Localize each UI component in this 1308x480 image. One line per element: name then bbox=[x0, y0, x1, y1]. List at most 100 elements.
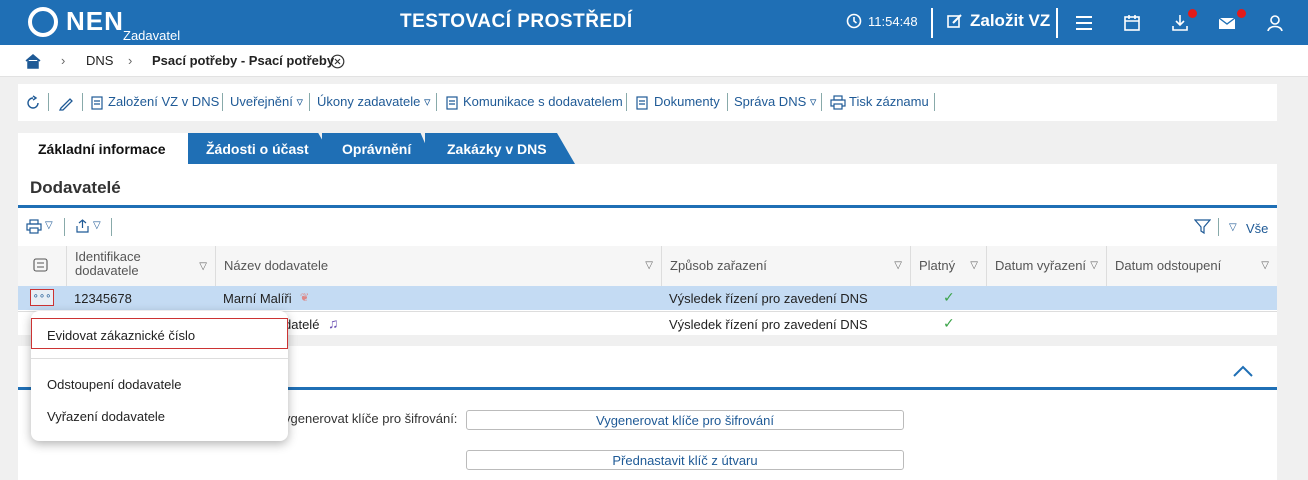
clock-value: 11:54:48 bbox=[868, 13, 918, 29]
toolbar-divider bbox=[626, 93, 627, 111]
chevron-right-icon: › bbox=[128, 53, 133, 68]
menu-item-customer-number[interactable]: Evidovat zákaznické číslo bbox=[47, 328, 195, 343]
sort-icon[interactable]: ▽ bbox=[894, 260, 902, 271]
close-icon[interactable] bbox=[330, 54, 345, 69]
toolbar-contractor-actions[interactable]: Úkony zadavatele ▿ bbox=[317, 94, 430, 110]
header-divider bbox=[931, 8, 933, 38]
toolbar-publishing[interactable]: Uveřejnění ▿ bbox=[230, 94, 303, 110]
toolbar-communication[interactable]: Komunikace s dodavatelem bbox=[463, 94, 623, 109]
refresh-icon[interactable] bbox=[25, 95, 41, 111]
notification-dot bbox=[1237, 9, 1246, 18]
column-header-withdrawal-date[interactable]: Datum odstoupení ▽ bbox=[1106, 246, 1277, 286]
nen-logo-icon bbox=[28, 7, 58, 37]
calendar-icon[interactable] bbox=[1121, 12, 1143, 34]
chevron-down-icon[interactable]: ▽ bbox=[1229, 222, 1237, 233]
table-row[interactable]: ∘∘∘ 12345678 Marní Malíři ❦ Výsledek říz… bbox=[18, 286, 1277, 310]
row-id: 12345678 bbox=[74, 291, 132, 306]
tab-contracts-in-dns[interactable]: Zakázky v DNS bbox=[425, 133, 575, 164]
printer-icon bbox=[830, 95, 846, 110]
column-header-valid[interactable]: Platný ▽ bbox=[910, 246, 986, 286]
sort-icon[interactable]: ▽ bbox=[645, 260, 653, 271]
column-header-name[interactable]: Název dodavatele ▽ bbox=[215, 246, 661, 286]
grid-toolbar-divider bbox=[111, 218, 112, 236]
suppliers-panel: Dodavatelé ▽ ▽ ▽ Vše Identifikace dodava… bbox=[18, 164, 1277, 335]
column-header-valid-label: Platný bbox=[919, 258, 956, 273]
menu-item-supplier-removal[interactable]: Vyřazení dodavatele bbox=[47, 409, 165, 424]
filter-icon[interactable] bbox=[1194, 218, 1211, 235]
row-name: datelé bbox=[284, 317, 320, 332]
column-header-id-label: Identifikace dodavatele bbox=[75, 249, 141, 278]
row-context-menu: Evidovat zákaznické číslo Odstoupení dod… bbox=[31, 311, 288, 441]
toolbar-print-record[interactable]: Tisk záznamu bbox=[849, 94, 929, 109]
mail-icon[interactable] bbox=[1216, 12, 1238, 34]
chevron-right-icon: › bbox=[61, 53, 66, 68]
tab-participation-requests[interactable]: Žádosti o účast bbox=[188, 133, 336, 164]
user-icon[interactable] bbox=[1264, 12, 1286, 34]
header-divider bbox=[1056, 8, 1058, 38]
generate-keys-button[interactable]: Vygenerovat klíče pro šifrování bbox=[466, 410, 904, 430]
toolbar-divider bbox=[82, 93, 83, 111]
logo-text: NEN bbox=[66, 6, 124, 36]
chevron-down-icon[interactable]: ▽ bbox=[45, 220, 53, 231]
toolbar-create-in-dns[interactable]: Založení VZ v DNS bbox=[108, 94, 219, 109]
brain-icon: ❦ bbox=[300, 292, 310, 304]
document-settings-icon bbox=[91, 96, 103, 110]
column-header-method-label: Způsob zařazení bbox=[670, 258, 767, 273]
row-method: Výsledek řízení pro zavedení DNS bbox=[669, 317, 868, 332]
breadcrumb: › DNS › Psací potřeby - Psací potřeby bbox=[0, 45, 1308, 77]
encryption-label: ygenerovat klíče pro šifrování: bbox=[284, 411, 458, 426]
clock-icon bbox=[846, 13, 862, 29]
sort-icon[interactable]: ▽ bbox=[1261, 260, 1269, 271]
edit-icon bbox=[947, 14, 962, 28]
breadcrumb-item-dns[interactable]: DNS bbox=[86, 53, 113, 68]
tab-basic-info[interactable]: Základní informace bbox=[18, 133, 188, 164]
printer-icon[interactable] bbox=[26, 219, 42, 234]
row-actions-button[interactable]: ∘∘∘ bbox=[30, 289, 54, 306]
column-header-name-label: Název dodavatele bbox=[224, 258, 329, 273]
session-clock: 11:54:48 bbox=[846, 13, 918, 29]
menu-item-supplier-withdrawal[interactable]: Odstoupení dodavatele bbox=[47, 377, 181, 392]
row-method: Výsledek řízení pro zavedení DNS bbox=[669, 291, 868, 306]
grid-toolbar-divider bbox=[1218, 218, 1219, 236]
toolbar-documents[interactable]: Dokumenty bbox=[654, 94, 720, 109]
clipboard-icon bbox=[636, 96, 648, 110]
tab-permissions[interactable]: Oprávnění bbox=[322, 133, 434, 164]
column-settings-icon bbox=[33, 258, 48, 272]
toolbar-divider bbox=[436, 93, 437, 111]
logo-subtitle: Zadavatel bbox=[123, 28, 181, 43]
notification-dot bbox=[1188, 9, 1197, 18]
grid-toolbar-divider bbox=[64, 218, 65, 236]
chevron-down-icon[interactable]: ▽ bbox=[93, 220, 101, 231]
panel-divider bbox=[18, 205, 1277, 208]
filter-all-label[interactable]: Vše bbox=[1246, 221, 1268, 236]
toolbar-divider bbox=[222, 93, 223, 111]
preset-key-button[interactable]: Přednastavit klíč z útvaru bbox=[466, 450, 904, 470]
toolbar-dns-management[interactable]: Správa DNS ▿ bbox=[734, 94, 816, 110]
row-name: Marní Malíři bbox=[223, 291, 292, 306]
clipboard-icon bbox=[446, 96, 458, 110]
music-note-icon: ♫ bbox=[328, 315, 339, 331]
pencil-icon[interactable] bbox=[58, 95, 74, 111]
toolbar-divider bbox=[727, 93, 728, 111]
create-contract-button[interactable]: Založit VZ bbox=[946, 11, 1050, 31]
home-icon[interactable] bbox=[24, 53, 42, 69]
breadcrumb-item-current: Psací potřeby - Psací potřeby bbox=[152, 53, 335, 68]
column-header-withdrawal-date-label: Datum odstoupení bbox=[1115, 258, 1222, 273]
sort-icon[interactable]: ▽ bbox=[199, 260, 207, 274]
menu-icon[interactable] bbox=[1073, 12, 1095, 34]
app-header: NEN Zadavatel TESTOVACÍ PROSTŘEDÍ 11:54:… bbox=[0, 0, 1308, 45]
column-header-id[interactable]: Identifikace dodavatele ▽ bbox=[66, 246, 215, 286]
chevron-up-icon[interactable] bbox=[1232, 364, 1254, 378]
toolbar-divider bbox=[821, 93, 822, 111]
toolbar-divider bbox=[934, 93, 935, 111]
column-header-removal-date[interactable]: Datum vyřazení ▽ bbox=[986, 246, 1106, 286]
sort-icon[interactable]: ▽ bbox=[1090, 260, 1098, 271]
column-header-method[interactable]: Způsob zařazení ▽ bbox=[661, 246, 910, 286]
action-toolbar: Založení VZ v DNS Uveřejnění ▿ Úkony zad… bbox=[18, 84, 1277, 121]
column-settings-header[interactable] bbox=[18, 246, 66, 286]
sort-icon[interactable]: ▽ bbox=[970, 260, 978, 271]
create-contract-label: Založit VZ bbox=[970, 11, 1051, 30]
check-icon: ✓ bbox=[943, 315, 955, 331]
menu-divider bbox=[31, 358, 288, 359]
export-icon[interactable] bbox=[75, 218, 90, 234]
